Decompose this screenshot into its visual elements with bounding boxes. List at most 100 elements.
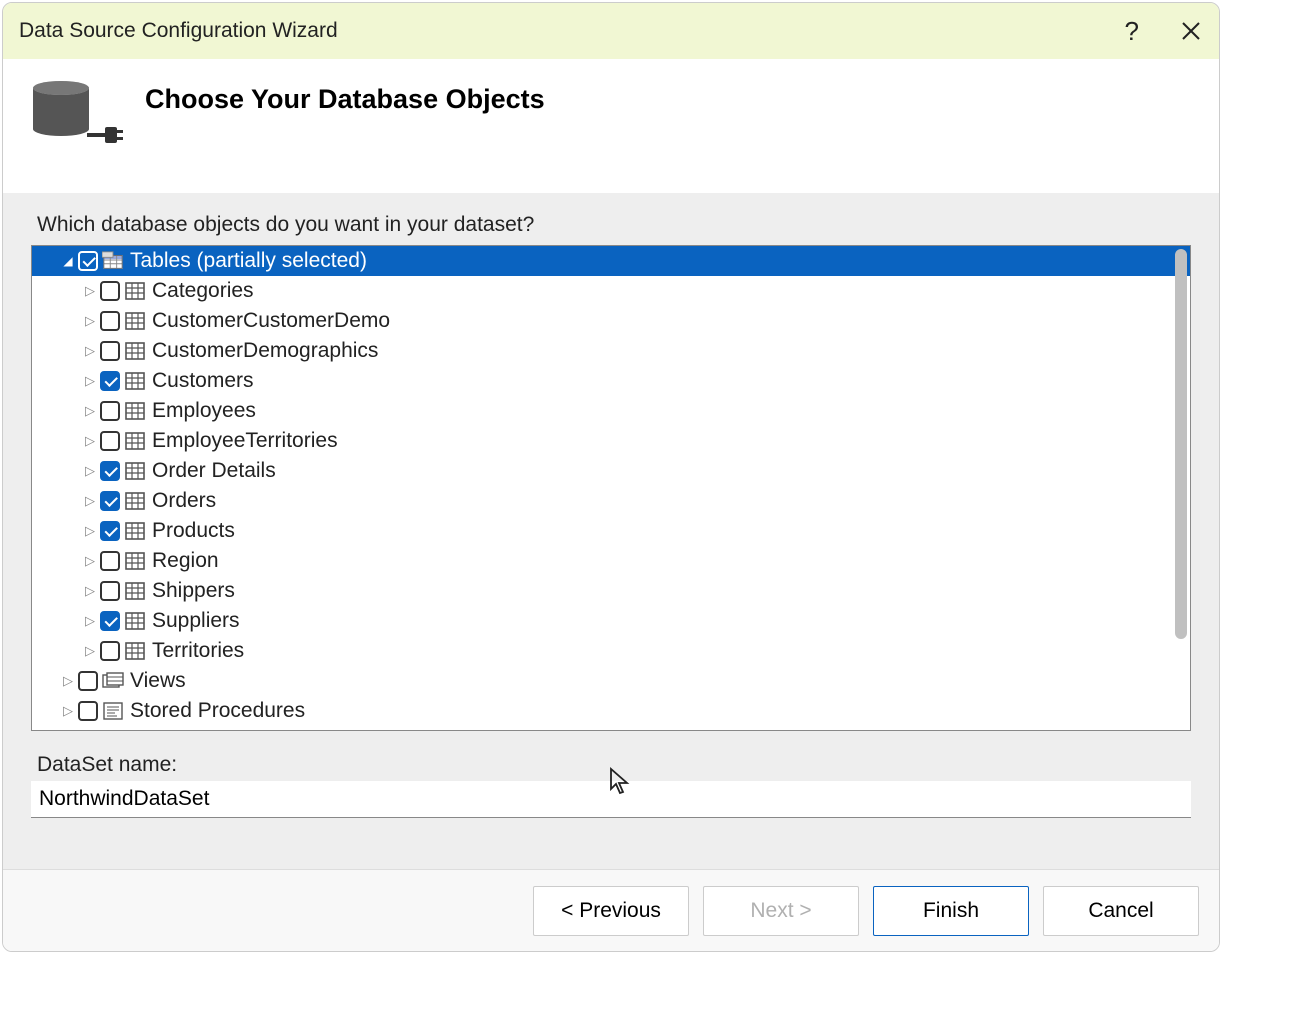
checkbox[interactable] — [100, 341, 120, 361]
tree-node-table[interactable]: Categories — [32, 276, 1190, 306]
checkbox[interactable] — [100, 431, 120, 451]
objects-tree[interactable]: Tables (partially selected) Categories C… — [31, 245, 1191, 731]
table-icon — [124, 342, 146, 360]
tree-node-label: Customers — [152, 366, 254, 396]
checkbox[interactable] — [100, 401, 120, 421]
expand-icon[interactable] — [80, 546, 100, 576]
tree-node-label: Categories — [152, 276, 254, 306]
tree-node-table[interactable]: Customers — [32, 366, 1190, 396]
close-icon — [1181, 21, 1201, 41]
finish-button[interactable]: Finish — [873, 886, 1029, 936]
tree-node-label: Orders — [152, 486, 216, 516]
checkbox[interactable] — [100, 641, 120, 661]
expand-icon[interactable] — [80, 606, 100, 636]
checkbox[interactable] — [100, 611, 120, 631]
checkbox[interactable] — [78, 671, 98, 691]
next-button[interactable]: Next > — [703, 886, 859, 936]
views-icon — [102, 672, 124, 690]
tree-node-table[interactable]: Employees — [32, 396, 1190, 426]
tree-node-label: Stored Procedures — [130, 696, 305, 726]
previous-button[interactable]: < Previous — [533, 886, 689, 936]
expand-icon[interactable] — [80, 516, 100, 546]
checkbox[interactable] — [100, 551, 120, 571]
stored-procedures-icon — [102, 702, 124, 720]
tree-scrollbar[interactable] — [1175, 249, 1187, 639]
tree-node-label: Views — [130, 666, 186, 696]
tree-node-tables[interactable]: Tables (partially selected) — [32, 246, 1190, 276]
collapse-icon[interactable] — [58, 246, 78, 276]
body-area: Which database objects do you want in yo… — [3, 193, 1219, 869]
table-icon — [124, 462, 146, 480]
tree-node-table[interactable]: Orders — [32, 486, 1190, 516]
expand-icon[interactable] — [80, 276, 100, 306]
expand-icon[interactable] — [80, 576, 100, 606]
window-title: Data Source Configuration Wizard — [19, 19, 1125, 43]
table-icon — [124, 552, 146, 570]
dataset-name-label: DataSet name: — [37, 753, 1191, 777]
tree-node-label: CustomerCustomerDemo — [152, 306, 390, 336]
tree-node-label: Region — [152, 546, 219, 576]
checkbox[interactable] — [78, 251, 98, 271]
tree-node-label: Employees — [152, 396, 256, 426]
expand-icon[interactable] — [80, 366, 100, 396]
tree-node-label: Tables (partially selected) — [130, 246, 367, 276]
tree-node-label: CustomerDemographics — [152, 336, 378, 366]
table-icon — [124, 522, 146, 540]
titlebar-controls: ? — [1125, 16, 1203, 47]
table-icon — [124, 492, 146, 510]
tree-node-views[interactable]: Views — [32, 666, 1190, 696]
table-icon — [124, 372, 146, 390]
checkbox[interactable] — [100, 491, 120, 511]
checkbox[interactable] — [100, 461, 120, 481]
dataset-name-input[interactable] — [31, 781, 1191, 818]
cancel-button[interactable]: Cancel — [1043, 886, 1199, 936]
tree-node-label: Order Details — [152, 456, 276, 486]
wizard-window: Data Source Configuration Wizard ? Choos… — [2, 2, 1220, 952]
page-title: Choose Your Database Objects — [145, 84, 545, 115]
table-icon — [124, 642, 146, 660]
close-button[interactable] — [1179, 19, 1203, 43]
expand-icon[interactable] — [80, 426, 100, 456]
table-icon — [124, 282, 146, 300]
table-icon — [124, 612, 146, 630]
tree-node-table[interactable]: CustomerCustomerDemo — [32, 306, 1190, 336]
tree-node-stored-procedures[interactable]: Stored Procedures — [32, 696, 1190, 726]
expand-icon[interactable] — [80, 486, 100, 516]
expand-icon[interactable] — [80, 336, 100, 366]
checkbox[interactable] — [100, 281, 120, 301]
tree-node-table[interactable]: Order Details — [32, 456, 1190, 486]
expand-icon[interactable] — [58, 666, 78, 696]
expand-icon[interactable] — [80, 456, 100, 486]
tree-node-label: Shippers — [152, 576, 235, 606]
tree-node-label: Suppliers — [152, 606, 240, 636]
checkbox[interactable] — [100, 311, 120, 331]
table-icon — [124, 312, 146, 330]
question-label: Which database objects do you want in yo… — [37, 213, 1191, 237]
tree-node-table[interactable]: EmployeeTerritories — [32, 426, 1190, 456]
expand-icon[interactable] — [80, 396, 100, 426]
tree-node-table[interactable]: Shippers — [32, 576, 1190, 606]
expand-icon[interactable] — [80, 306, 100, 336]
tree-node-label: Products — [152, 516, 235, 546]
checkbox[interactable] — [78, 701, 98, 721]
titlebar: Data Source Configuration Wizard ? — [3, 3, 1219, 59]
tree-node-table[interactable]: Region — [32, 546, 1190, 576]
table-icon — [124, 432, 146, 450]
tree-node-label: Territories — [152, 636, 244, 666]
tree-node-table[interactable]: Products — [32, 516, 1190, 546]
tree-node-label: EmployeeTerritories — [152, 426, 338, 456]
tree-node-table[interactable]: CustomerDemographics — [32, 336, 1190, 366]
tree-node-table[interactable]: Territories — [32, 636, 1190, 666]
checkbox[interactable] — [100, 371, 120, 391]
tree-node-table[interactable]: Suppliers — [32, 606, 1190, 636]
checkbox[interactable] — [100, 581, 120, 601]
expand-icon[interactable] — [58, 696, 78, 726]
tables-folder-icon — [102, 252, 124, 270]
help-button[interactable]: ? — [1125, 16, 1139, 47]
checkbox[interactable] — [100, 521, 120, 541]
button-bar: < Previous Next > Finish Cancel — [3, 869, 1219, 951]
table-icon — [124, 402, 146, 420]
database-icon — [33, 81, 113, 161]
header-band: Choose Your Database Objects — [3, 59, 1219, 193]
expand-icon[interactable] — [80, 636, 100, 666]
